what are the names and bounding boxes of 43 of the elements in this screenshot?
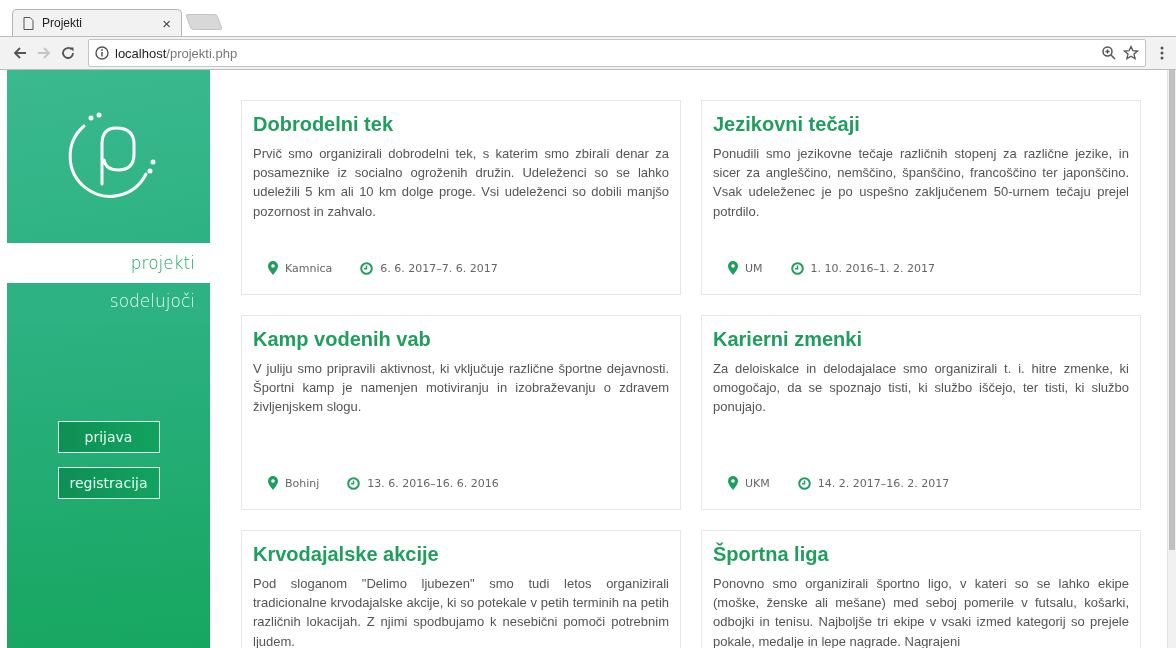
url-text: localhost/projekti.php [115,45,239,61]
project-title: Jezikovni tečaji [713,113,861,136]
auth-button[interactable]: registracija [57,467,160,499]
project-dates: 13. 6. 2016–16. 6. 2016 [367,476,499,490]
close-tab-button[interactable]: × [162,14,171,32]
project-location: Bohinj [285,476,320,490]
info-icon[interactable] [95,46,109,60]
project-description: Prvič smo organizirali dobrodelni tek, s katerim smo zbirali denar za posameznike iz socialno ogroženih družin. Udeleženci so se lahko udeležili 5 km ali 10 km dolge proge. Vsi udeleženci so dobili manjšo pozornost in zahvalo. [253,145,669,221]
project-description: Pod sloganom "Delimo ljubezen" smo tudi letos organizirali tradicionalne krvodajalske akcije, ki so potekale v petih terminih na petih različnih lokacijah. Z njimi spodbujamo k nesebični pomoči potrebnim ljudem. [253,575,669,648]
project-title: Dobrodelni tek [253,113,394,136]
project-dates: 6. 6. 2017–7. 6. 2017 [380,261,498,275]
nav-item[interactable]: sodelujoči [7,283,210,323]
project-location: Kamnica [285,261,333,275]
back-icon[interactable] [12,45,28,61]
bookmark-star-icon[interactable] [1123,45,1139,61]
clock-icon [797,476,811,490]
page-icon [23,16,34,30]
project-location: UKM [745,476,770,490]
reload-icon[interactable] [60,45,76,61]
project-title: Športna liga [713,543,830,566]
clock-icon [790,261,804,275]
address-bar[interactable]: localhost/projekti.php [88,39,1146,67]
map-pin-icon [268,261,278,275]
map-pin-icon [728,476,738,490]
browser-tab[interactable]: Projekti × [12,9,182,36]
map-pin-icon [268,476,278,490]
scrollbar[interactable] [1167,70,1176,648]
project-title: Krvodajalske akcije [253,543,440,566]
project-description: Za deloiskalce in delodajalace smo organizirali t. i. hitre zmenke, ki omogočajo, da se spoznajo tisti, ki službo iščejo, ter tisti, ki službo ponujajo. [713,360,1129,417]
project-description: V juliju smo pripravili aktivnost, ki vključuje različne športne dejavnosti. Športni kamp je namenjen motiviranju in izobraževanju o zdravem življenjskem slogu. [253,360,669,417]
project-description: Ponovno smo organizirali športno ligo, v kateri so se lahko ekipe (moške, ženske ali mešane) med seboj pomerile v futsalu, košarki, odbojki in tenisu. Najboljše tri ekipe v vsaki izmed kategorij so prejele pokale, medalje in lepe nagrade. Nagrajeni [713,575,1129,648]
auth-button[interactable]: prijava [57,421,160,453]
project-location: UM [745,261,763,275]
tab-title: Projekti [42,16,83,30]
clock-icon [347,476,361,490]
project-description: Ponudili smo jezikovne tečaje različnih stopenj za različne jezike, in sicer za angleščino, nemščino, španščino, francoščino ter japonščino. Vsak udeleženec je po uspešno zaključenem 50-urnem tečaju prejel potrdilo. [713,145,1129,221]
project-dates: 1. 10. 2016–1. 2. 2017 [810,261,935,275]
project-title: Kamp vodenih vab [253,328,432,351]
map-pin-icon [728,261,738,275]
project-title: Karierni zmenki [713,328,863,351]
project-dates: 14. 2. 2017–16. 2. 2017 [817,476,950,490]
clock-icon [360,261,374,275]
zoom-icon[interactable] [1101,45,1117,61]
